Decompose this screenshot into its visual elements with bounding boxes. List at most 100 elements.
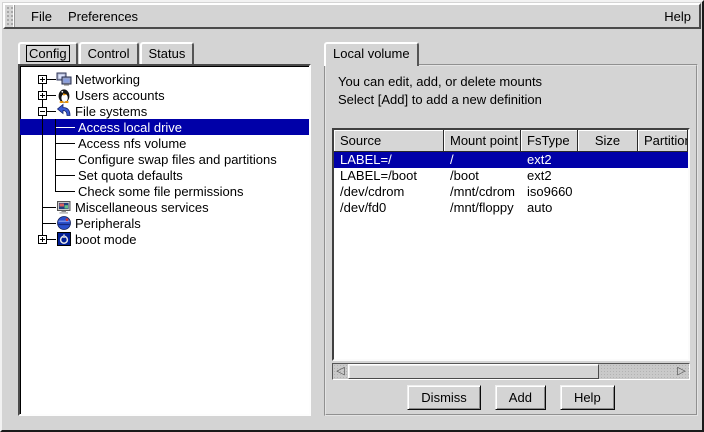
scrollbar-thumb[interactable] (348, 364, 599, 379)
tree-item-label: Users accounts (72, 88, 168, 103)
tree-item-label: Miscellaneous services (72, 200, 212, 215)
mounts-table-body: LABEL=//ext2LABEL=/boot/bootext2/dev/cdr… (334, 152, 688, 216)
menu-help[interactable]: Help (656, 6, 699, 27)
menubar-grip-handle[interactable] (5, 5, 15, 27)
cell-partition (638, 152, 688, 168)
tree-connector (55, 191, 75, 192)
boot-mode-icon (56, 231, 72, 247)
mounts-table-header: SourceMount pointFsTypeSizePartition (334, 130, 688, 152)
tree-connector (55, 175, 75, 176)
menu-file[interactable]: File (23, 6, 60, 27)
tree-item-users-accounts[interactable]: Users accounts (20, 87, 309, 103)
miscellaneous-services-icon (56, 199, 72, 215)
tree-item-label: Configure swap files and partitions (75, 152, 280, 167)
cell-size (578, 200, 638, 216)
hint-line-1: You can edit, add, or delete mounts (338, 73, 542, 91)
left-notebook-tabs: Config ControlStatus (18, 42, 195, 65)
menu-bar: File Preferences Help (3, 3, 701, 29)
cell-size (578, 184, 638, 200)
tree-trunk-line (42, 79, 43, 239)
tree-item-label: Set quota defaults (75, 168, 186, 183)
tree-item-label: boot mode (72, 232, 139, 247)
tree-item-miscellaneous-services[interactable]: Miscellaneous services (20, 199, 309, 215)
config-tree-panel: Networking Users accounts File systemsAc… (18, 64, 311, 416)
scrollbar-left-arrow-icon[interactable]: ◁ (333, 364, 348, 379)
panel-hints: You can edit, add, or delete mounts Sele… (338, 73, 542, 109)
mount-row-dev-fd0[interactable]: /dev/fd0/mnt/floppyauto (334, 200, 688, 216)
cell-source: LABEL=/ (334, 152, 444, 168)
cell-fstype: iso9660 (521, 184, 578, 200)
tab-status[interactable]: Status (140, 42, 195, 64)
config-tree-rows: Networking Users accounts File systemsAc… (20, 66, 309, 247)
cell-mount-point: /mnt/cdrom (444, 184, 521, 200)
cell-source: /dev/cdrom (334, 184, 444, 200)
panel-buttons: Dismiss Add Help (326, 385, 696, 410)
tree-item-configure-swap-files-and-partitions[interactable]: Configure swap files and partitions (20, 151, 309, 167)
networking-icon (56, 71, 72, 87)
menu-preferences[interactable]: Preferences (60, 6, 146, 27)
tree-child-line (55, 119, 56, 191)
tree-item-access-local-drive[interactable]: Access local drive (20, 119, 309, 135)
cell-partition (638, 168, 688, 184)
cell-size (578, 168, 638, 184)
tree-connector (55, 143, 75, 144)
hint-line-2: Select [Add] to add a new definition (338, 91, 542, 109)
tree-connector (47, 111, 56, 112)
expand-box-icon[interactable] (38, 75, 47, 84)
cell-partition (638, 200, 688, 216)
column-header-mount-point[interactable]: Mount point (444, 130, 521, 152)
tree-item-set-quota-defaults[interactable]: Set quota defaults (20, 167, 309, 183)
cell-fstype: ext2 (521, 152, 578, 168)
mount-row-dev-cdrom[interactable]: /dev/cdrom/mnt/cdromiso9660 (334, 184, 688, 200)
scrollbar-right-arrow-icon[interactable]: ▷ (674, 364, 689, 379)
users-accounts-icon (56, 87, 72, 103)
collapse-box-icon[interactable] (38, 107, 47, 116)
tree-item-label: File systems (72, 104, 150, 119)
column-header-fstype[interactable]: FsType (521, 130, 578, 152)
tree-item-label: Check some file permissions (75, 184, 246, 199)
tree-connector (43, 207, 56, 208)
tree-item-boot-mode[interactable]: boot mode (20, 231, 309, 247)
column-header-source[interactable]: Source (334, 130, 444, 152)
tree-item-check-some-file-permissions[interactable]: Check some file permissions (20, 183, 309, 199)
dismiss-button[interactable]: Dismiss (407, 385, 481, 410)
tree-item-networking[interactable]: Networking (20, 71, 309, 87)
cell-fstype: auto (521, 200, 578, 216)
horizontal-scrollbar[interactable]: ◁ ▷ (332, 363, 690, 380)
tab-local-volume[interactable]: Local volume (324, 42, 419, 66)
cell-partition (638, 184, 688, 200)
expand-box-icon[interactable] (38, 235, 47, 244)
tab-config-label: Config (27, 46, 69, 61)
tree-connector (43, 223, 56, 224)
tree-connector (55, 159, 75, 160)
tree-item-label: Access nfs volume (75, 136, 189, 151)
tree-item-access-nfs-volume[interactable]: Access nfs volume (20, 135, 309, 151)
tree-item-label: Peripherals (72, 216, 144, 231)
tree-connector (55, 127, 75, 128)
add-button[interactable]: Add (495, 385, 546, 410)
tree-item-peripherals[interactable]: Peripherals (20, 215, 309, 231)
expand-box-icon[interactable] (38, 91, 47, 100)
cell-mount-point: /boot (444, 168, 521, 184)
cell-mount-point: /mnt/floppy (444, 200, 521, 216)
cell-source: /dev/fd0 (334, 200, 444, 216)
tree-connector (47, 239, 56, 240)
local-volume-panel: You can edit, add, or delete mounts Sele… (324, 64, 698, 416)
peripherals-icon (56, 215, 72, 231)
mounts-table: SourceMount pointFsTypeSizePartition LAB… (332, 128, 690, 361)
file-systems-icon (56, 103, 72, 119)
cell-size (578, 152, 638, 168)
mount-row-label-boot[interactable]: LABEL=/boot/bootext2 (334, 168, 688, 184)
tab-config[interactable]: Config (18, 42, 78, 64)
column-header-partition[interactable]: Partition (638, 130, 688, 152)
app-window: File Preferences Help Config ControlStatu… (0, 0, 704, 432)
column-header-size[interactable]: Size (578, 130, 638, 152)
tree-connector (47, 79, 56, 80)
tree-item-label: Networking (72, 72, 143, 87)
cell-mount-point: / (444, 152, 521, 168)
tab-control[interactable]: Control (79, 42, 139, 64)
help-button[interactable]: Help (560, 385, 615, 410)
tree-item-file-systems[interactable]: File systems (20, 103, 309, 119)
mount-row-label[interactable]: LABEL=//ext2 (334, 152, 688, 168)
tree-item-label: Access local drive (75, 120, 185, 135)
